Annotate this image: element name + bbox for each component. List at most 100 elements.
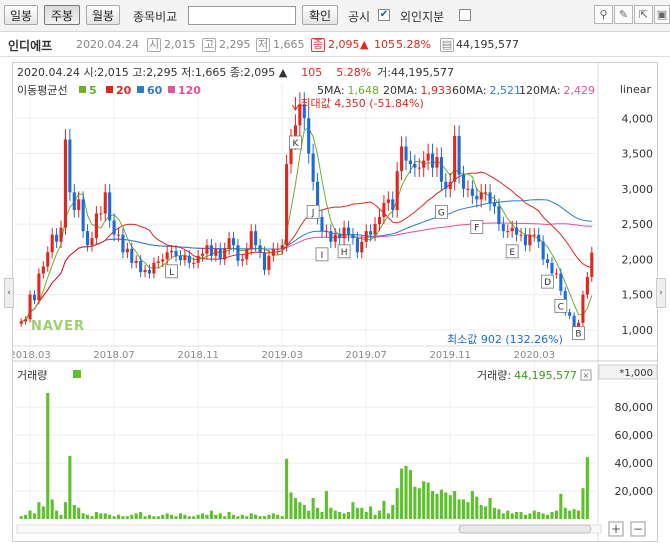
low-icon: 저	[256, 38, 270, 52]
volume-bar	[532, 510, 536, 519]
foreign-checkbox[interactable]	[459, 9, 471, 21]
volume-bar	[364, 512, 368, 519]
candle-body	[152, 262, 156, 274]
volume-bar	[404, 465, 408, 519]
high-badge-wrap: 고	[202, 38, 216, 52]
volume-bar	[165, 513, 169, 519]
candle-body	[431, 153, 435, 168]
candle-body	[373, 224, 377, 235]
volume-bar	[386, 513, 390, 519]
scroll-left-handle[interactable]: ‹	[4, 278, 14, 308]
volume-bar	[377, 510, 382, 519]
candle-body	[546, 259, 550, 263]
volume-bar	[488, 498, 492, 519]
candle-body	[55, 234, 59, 242]
candle-body	[550, 262, 554, 274]
volume-bar	[484, 506, 488, 519]
volume-bar	[373, 514, 377, 519]
candle-body	[72, 192, 76, 210]
x-tick-label: 2019.11	[430, 350, 471, 361]
candle-body	[183, 255, 187, 261]
candle-body	[108, 192, 112, 221]
volume-value: 44,195,577	[456, 38, 519, 51]
volume-bar	[201, 513, 205, 519]
x-tick-label: 2019.07	[346, 350, 387, 361]
scroll-right-handle[interactable]: ›	[656, 278, 666, 308]
volume-bar	[227, 512, 231, 519]
candle-body	[231, 238, 236, 246]
price-volume-chart: 1,000 1,500 2,000 2,500 3,000 3,500 4,000 2018.…	[13, 63, 657, 541]
volume-bar	[258, 516, 262, 519]
ma20-legend-label: 20	[116, 84, 132, 97]
volume-bar	[152, 516, 156, 519]
volume-bar	[183, 514, 187, 519]
volume-icon: ▤	[440, 38, 454, 52]
candle-body	[121, 234, 125, 253]
candle-body	[165, 252, 169, 260]
compare-input[interactable]	[188, 6, 296, 25]
volume-bar	[576, 510, 581, 519]
confirm-button[interactable]: 확인	[302, 5, 338, 25]
ma5-line	[21, 127, 593, 322]
candle-body	[488, 192, 492, 203]
disclosure-checkbox[interactable]: ✔	[378, 9, 390, 21]
daily-button[interactable]: 일봉	[4, 5, 38, 25]
x-tick-label: 2018.07	[93, 350, 134, 361]
candle-body	[311, 153, 315, 182]
candle-body	[32, 294, 37, 301]
candle-body	[404, 146, 408, 161]
cursor-icon[interactable]: ⇱	[634, 5, 653, 24]
chart-panel[interactable]: 1,000 1,500 2,000 2,500 3,000 3,500 4,000 2018.…	[12, 62, 658, 542]
candle-body	[320, 217, 324, 232]
volume-bar	[506, 510, 510, 519]
volume-bar	[205, 514, 209, 519]
pin-icon[interactable]: ⚲	[594, 5, 613, 24]
candle-body	[386, 199, 390, 203]
candle-body	[355, 238, 359, 253]
volume-bar	[408, 470, 412, 519]
fullscreen-icon[interactable]: ▣	[654, 5, 670, 24]
candle-body	[342, 227, 346, 239]
volume-bar	[125, 516, 129, 519]
volume-bar	[94, 512, 98, 519]
x-tick-label: 2018.11	[177, 350, 218, 361]
edit-icon[interactable]: ✎	[614, 5, 633, 24]
candle-body	[28, 294, 32, 320]
ma-legend-title: 이동평균선	[17, 84, 68, 97]
monthly-button[interactable]: 월봉	[86, 5, 120, 25]
volume-bar	[453, 491, 457, 519]
volume-bar	[492, 507, 497, 519]
price-tick-label: 1,000	[622, 324, 654, 337]
candle-body	[143, 269, 147, 273]
volume-bar	[178, 513, 182, 519]
volume-bar	[41, 506, 45, 519]
weekly-button[interactable]: 주봉	[44, 5, 80, 25]
candle-body	[413, 164, 417, 168]
candle-body	[519, 234, 523, 236]
open-icon: 시	[147, 38, 161, 52]
candle-body	[461, 174, 466, 189]
candle-body	[307, 118, 311, 154]
compare-label: 종목비교	[133, 10, 178, 24]
candle-body	[134, 260, 138, 263]
max-annotation: 최대값 4,350 (-51.84%)	[300, 97, 423, 110]
candle-body	[174, 250, 178, 256]
volume-bar	[68, 456, 72, 519]
stock-info-bar: 인디에프 2020.04.24 시 2,015 고 2,295 저 1,665 …	[0, 32, 670, 57]
candle-body	[81, 199, 85, 232]
volume-bar	[32, 513, 37, 519]
candle-body	[523, 234, 527, 246]
zoom-out-icon-glyph: −	[633, 522, 643, 536]
candle-body	[161, 259, 165, 262]
volume-bar	[537, 512, 541, 519]
candle-body	[475, 195, 479, 200]
candle-body	[99, 213, 103, 215]
volume-bar	[391, 505, 395, 519]
volume-bar	[563, 507, 567, 519]
candle-body	[205, 245, 209, 254]
price-tick-label: 1,500	[622, 289, 654, 302]
x-tick-label: 2020.03	[514, 350, 555, 361]
high-icon: 고	[202, 38, 216, 52]
candle-body	[201, 253, 205, 256]
volume-bar	[276, 514, 280, 519]
